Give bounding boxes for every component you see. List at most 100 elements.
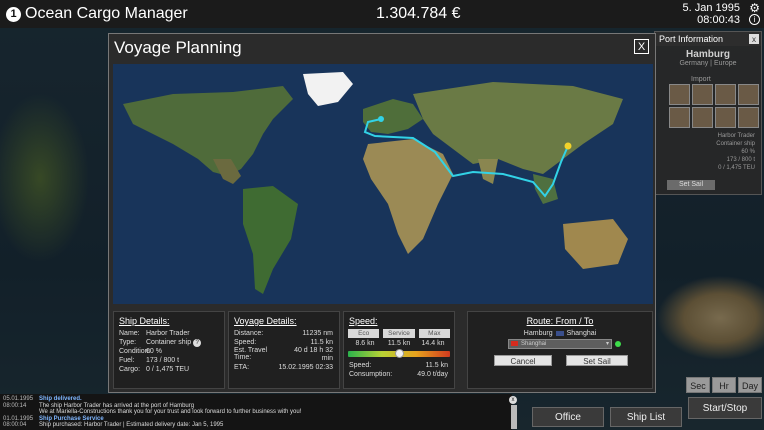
start-stop-button[interactable]: Start/Stop bbox=[688, 397, 762, 419]
port-panel-title: Port Information bbox=[659, 34, 724, 44]
time-speed-hours-button[interactable]: Hr bbox=[712, 377, 736, 393]
message-log: 05.01.1995 Ship delivered. 08:00:14 The … bbox=[0, 394, 512, 430]
info-icon[interactable]: i bbox=[749, 14, 760, 25]
voyage-details-heading: Voyage Details: bbox=[234, 316, 297, 326]
game-time: 08:00:43 bbox=[697, 14, 740, 26]
money-balance: 1.304.784 € bbox=[376, 5, 461, 22]
route-summary: Hamburg Shanghai bbox=[468, 330, 652, 337]
goods-icon bbox=[669, 84, 690, 105]
voyage-detail-row: Est. Travel Time: 40 d 18 h 32 min bbox=[234, 347, 339, 363]
route-from: Hamburg bbox=[523, 330, 553, 337]
destination-select[interactable]: Shanghai ▾ bbox=[508, 339, 612, 349]
route-valid-indicator bbox=[615, 341, 621, 347]
speed-slider[interactable] bbox=[348, 349, 450, 358]
speed-preset-values: 8.6 kn 11.5 kn 14.4 kn bbox=[348, 340, 450, 347]
speed-max-button[interactable]: Max bbox=[418, 329, 450, 338]
ship-detail-row: Condition: 60 % bbox=[119, 347, 224, 356]
log-scrollbar[interactable] bbox=[511, 405, 517, 429]
log-text: Ship purchased: Harbor Trader | Estimate… bbox=[39, 422, 224, 428]
consumption-row: Consumption: 49.0 t/day bbox=[349, 370, 454, 379]
speed-heading: Speed: bbox=[349, 316, 378, 326]
speed-readout-label: Speed: bbox=[349, 362, 372, 369]
ship-detail-value: Harbor Trader bbox=[146, 330, 190, 337]
log-close-icon[interactable]: x bbox=[509, 396, 517, 404]
world-map-graphic bbox=[113, 64, 653, 304]
log-time: 08:00:04 bbox=[3, 422, 27, 428]
consumption-value: 49.0 t/day bbox=[417, 371, 448, 378]
route-to: Shanghai bbox=[566, 330, 597, 337]
close-button[interactable]: X bbox=[634, 39, 649, 54]
goods-icon bbox=[715, 107, 736, 128]
goods-icon bbox=[669, 107, 690, 128]
goods-icon bbox=[738, 107, 759, 128]
destination-port-marker bbox=[564, 142, 572, 150]
voyage-planning-dialog: Voyage Planning X Ship Details: Name: Ha… bbox=[108, 33, 656, 393]
speed-readout-row: Speed: 11.5 kn bbox=[349, 361, 454, 370]
goods-icon bbox=[738, 84, 759, 105]
speed-eco-button[interactable]: Eco bbox=[348, 329, 380, 338]
consumption-label: Consumption: bbox=[349, 371, 393, 378]
ship-detail-key: Fuel: bbox=[119, 357, 135, 364]
ship-detail-value: 60 % bbox=[146, 348, 162, 355]
time-speed-seconds-button[interactable]: Sec bbox=[686, 377, 710, 393]
player-number-badge: 1 bbox=[6, 6, 21, 22]
ship-details-heading: Ship Details: bbox=[119, 316, 170, 326]
port-ship-stat: 0 / 1,475 TEU bbox=[718, 165, 755, 171]
origin-port-marker bbox=[378, 116, 384, 122]
ship-detail-key: Name: bbox=[119, 330, 140, 337]
speed-slider-handle[interactable] bbox=[395, 349, 404, 358]
port-set-sail-button[interactable]: Set Sail bbox=[667, 180, 715, 190]
port-panel-close-icon[interactable]: x bbox=[749, 34, 759, 44]
speed-max-value: 14.4 kn bbox=[421, 340, 445, 347]
voyage-detail-row: Distance: 11235 nm bbox=[234, 329, 339, 338]
port-ship-stat: 60 % bbox=[741, 149, 755, 155]
dialog-title: Voyage Planning bbox=[114, 38, 242, 57]
ship-type-help-icon[interactable]: ? bbox=[193, 338, 202, 347]
app-title: Ocean Cargo Manager bbox=[25, 5, 188, 22]
voyage-detail-value: 11.5 kn bbox=[310, 339, 333, 346]
route-map[interactable] bbox=[113, 64, 653, 304]
ship-detail-key: Type: bbox=[119, 339, 137, 346]
game-date: 5. Jan 1995 bbox=[682, 2, 741, 14]
port-region: Germany | Europe bbox=[679, 60, 737, 67]
voyage-detail-value: 40 d 18 h 32 min bbox=[294, 347, 333, 362]
voyage-detail-row: ETA: 15.02.1995 02:33 bbox=[234, 363, 339, 372]
port-ship-stat: 173 / 800 t bbox=[726, 157, 755, 163]
gear-icon[interactable]: ⚙ bbox=[749, 1, 760, 15]
voyage-detail-key: Est. Travel Time: bbox=[234, 347, 268, 361]
port-name: Hamburg bbox=[686, 49, 730, 60]
ship-detail-value: 0 / 1,475 TEU bbox=[146, 366, 190, 373]
ship-details-card: Ship Details: Name: Harbor Trader Type: … bbox=[113, 311, 225, 389]
chevron-down-icon: ▾ bbox=[605, 341, 609, 347]
time-speed-days-button[interactable]: Day bbox=[738, 377, 762, 393]
speed-eco-value: 8.6 kn bbox=[355, 340, 375, 347]
speed-service-value: 11.5 kn bbox=[387, 340, 411, 347]
voyage-details-card: Voyage Details: Distance: 11235 nm Speed… bbox=[228, 311, 340, 389]
ship-list-button[interactable]: Ship List bbox=[610, 407, 682, 427]
ship-detail-value: Container ship? bbox=[146, 338, 224, 347]
ship-type-value: Container ship bbox=[146, 338, 192, 346]
log-entry: 08:00:04 Ship purchased: Harbor Trader |… bbox=[3, 422, 509, 429]
speed-preset-buttons: Eco Service Max bbox=[348, 329, 450, 338]
voyage-detail-value: 15.02.1995 02:33 bbox=[278, 364, 334, 371]
goods-icon bbox=[692, 84, 713, 105]
goods-icon bbox=[715, 84, 736, 105]
voyage-detail-key: ETA: bbox=[234, 364, 250, 371]
voyage-detail-key: Distance: bbox=[234, 330, 264, 337]
speed-readout-value: 11.5 kn bbox=[425, 362, 448, 369]
destination-select-value: Shanghai bbox=[521, 341, 547, 347]
game-clock: 5. Jan 1995 08:00:43 bbox=[683, 2, 741, 26]
port-panel-header: Port Information x bbox=[655, 32, 761, 46]
china-flag-icon bbox=[511, 341, 518, 346]
ship-detail-key: Cargo: bbox=[119, 366, 141, 373]
brand: 1 Ocean Cargo Manager bbox=[6, 5, 188, 23]
set-sail-button[interactable]: Set Sail bbox=[566, 355, 628, 366]
ship-detail-row: Name: Harbor Trader bbox=[119, 329, 224, 338]
voyage-detail-key: Speed: bbox=[234, 339, 257, 346]
ship-detail-key: Condition: bbox=[119, 348, 151, 355]
speed-service-button[interactable]: Service bbox=[383, 329, 415, 338]
cancel-button[interactable]: Cancel bbox=[494, 355, 552, 366]
ship-detail-row: Cargo: 0 / 1,475 TEU bbox=[119, 365, 224, 374]
office-button[interactable]: Office bbox=[532, 407, 604, 427]
ship-detail-row: Fuel: 173 / 800 t bbox=[119, 356, 224, 365]
